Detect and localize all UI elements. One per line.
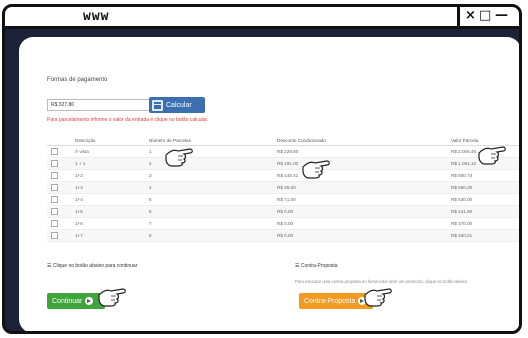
row-description: 1+5 <box>75 209 83 214</box>
row-checkbox[interactable] <box>51 147 58 155</box>
row-value: R$ 370,00 <box>451 221 473 226</box>
maximize-icon[interactable]: □ <box>479 8 491 24</box>
row-value: R$ 800,74 <box>451 173 473 178</box>
table-row[interactable]: 1+6 7 R$ 0,00 R$ 370,00 <box>47 218 519 230</box>
table-row[interactable]: À vista 1 R$ 229,60 R$ 2.006,46 <box>47 146 519 158</box>
counter-proposal-title: ☰ Contra-Proposta <box>295 263 338 269</box>
installments-table: Descrição Número de Parcelas Desconto Co… <box>47 135 519 242</box>
header-discount: Desconto Condicionado <box>277 137 326 143</box>
row-discount: R$ 0,00 <box>277 221 294 226</box>
counter-proposal-button[interactable]: Contra-Proposta <box>299 293 373 309</box>
row-description: 1+3 <box>75 185 83 190</box>
row-installments: 4 <box>149 185 152 190</box>
row-description: À vista <box>75 149 89 154</box>
table-row[interactable]: 1+4 5 R$ 71,00 R$ 530,00 <box>47 194 519 206</box>
row-discount: R$ 71,00 <box>277 197 296 202</box>
table-row[interactable]: 1+3 4 R$ 95,00 R$ 590,20 <box>47 182 519 194</box>
table-row[interactable]: 1+2 3 R$ 148,41 R$ 800,74 <box>47 170 519 182</box>
row-value: R$ 530,00 <box>451 197 473 202</box>
pointing-hand-icon <box>165 148 193 167</box>
row-value: R$ 590,20 <box>451 185 473 190</box>
header-installments: Número de Parcelas <box>149 137 191 143</box>
row-installments: 3 <box>149 173 152 178</box>
table-row[interactable]: 1+7 8 R$ 0,00 R$ 330,01 <box>47 230 519 242</box>
row-checkbox[interactable] <box>51 207 58 215</box>
row-installments: 6 <box>149 209 152 214</box>
title-bar: www × □ — <box>5 7 519 29</box>
row-checkbox[interactable] <box>51 171 58 179</box>
calculator-icon <box>152 99 163 111</box>
table-row[interactable]: 1 + 1 2 R$ 191,00 R$ 1.091,10 <box>47 158 519 170</box>
payment-section-title: Formas de pagamento <box>47 77 108 83</box>
continue-instruction: ☰ Clique no botão abaixo para continuar <box>47 263 138 269</box>
row-installments: 7 <box>149 221 152 226</box>
calculate-button-label: Calcular <box>166 101 192 109</box>
row-description: 1 + 1 <box>75 161 86 166</box>
row-checkbox[interactable] <box>51 219 58 227</box>
arrow-right-icon <box>85 297 94 305</box>
installment-hint: Para parcelamento informe o valor da ent… <box>47 117 209 123</box>
continue-instruction-text: Clique no botão abaixo para continuar <box>52 263 138 269</box>
row-description: 1+6 <box>75 221 83 226</box>
browser-window: www × □ — Formas de pagamento R$ 327,86 … <box>2 4 522 334</box>
row-discount: R$ 229,60 <box>277 149 299 154</box>
row-checkbox[interactable] <box>51 231 58 239</box>
counter-proposal-description: Para executar uma contra-proposta ao for… <box>295 279 469 284</box>
table-row[interactable]: 1+5 6 R$ 0,00 R$ 441,90 <box>47 206 519 218</box>
minimize-icon[interactable]: — <box>495 8 508 24</box>
row-value: R$ 441,90 <box>451 209 473 214</box>
amount-input[interactable]: R$ 327,86 <box>47 99 155 111</box>
row-discount: R$ 95,00 <box>277 185 296 190</box>
header-installment-value: Valor Parcela <box>451 137 479 143</box>
pointing-hand-icon <box>364 288 392 307</box>
row-installments: 5 <box>149 197 152 202</box>
row-description: 1+4 <box>75 197 83 202</box>
row-discount: R$ 0,00 <box>277 209 294 214</box>
row-discount: R$ 0,00 <box>277 233 294 238</box>
calculate-button[interactable]: Calcular <box>149 97 205 113</box>
row-value: R$ 330,01 <box>451 233 473 238</box>
counter-proposal-button-label: Contra-Proposta <box>304 297 356 305</box>
close-icon[interactable]: × <box>465 8 476 24</box>
row-description: 1+2 <box>75 173 83 178</box>
pointing-hand-icon <box>302 160 330 179</box>
table-header: Descrição Número de Parcelas Desconto Co… <box>47 135 519 146</box>
row-checkbox[interactable] <box>51 183 58 191</box>
title-bar-separator <box>457 7 460 29</box>
pointing-hand-icon <box>478 146 506 165</box>
row-description: 1+7 <box>75 233 83 238</box>
window-title: www <box>83 9 110 24</box>
row-checkbox[interactable] <box>51 159 58 167</box>
header-description: Descrição <box>75 137 96 143</box>
row-installments: 8 <box>149 233 152 238</box>
row-checkbox[interactable] <box>51 195 58 203</box>
continue-button-label: Continuar <box>52 297 83 305</box>
counter-proposal-title-text: Contra-Proposta <box>300 263 338 269</box>
pointing-hand-icon <box>98 288 126 307</box>
page-content: Formas de pagamento R$ 327,86 Calcular P… <box>19 37 519 331</box>
